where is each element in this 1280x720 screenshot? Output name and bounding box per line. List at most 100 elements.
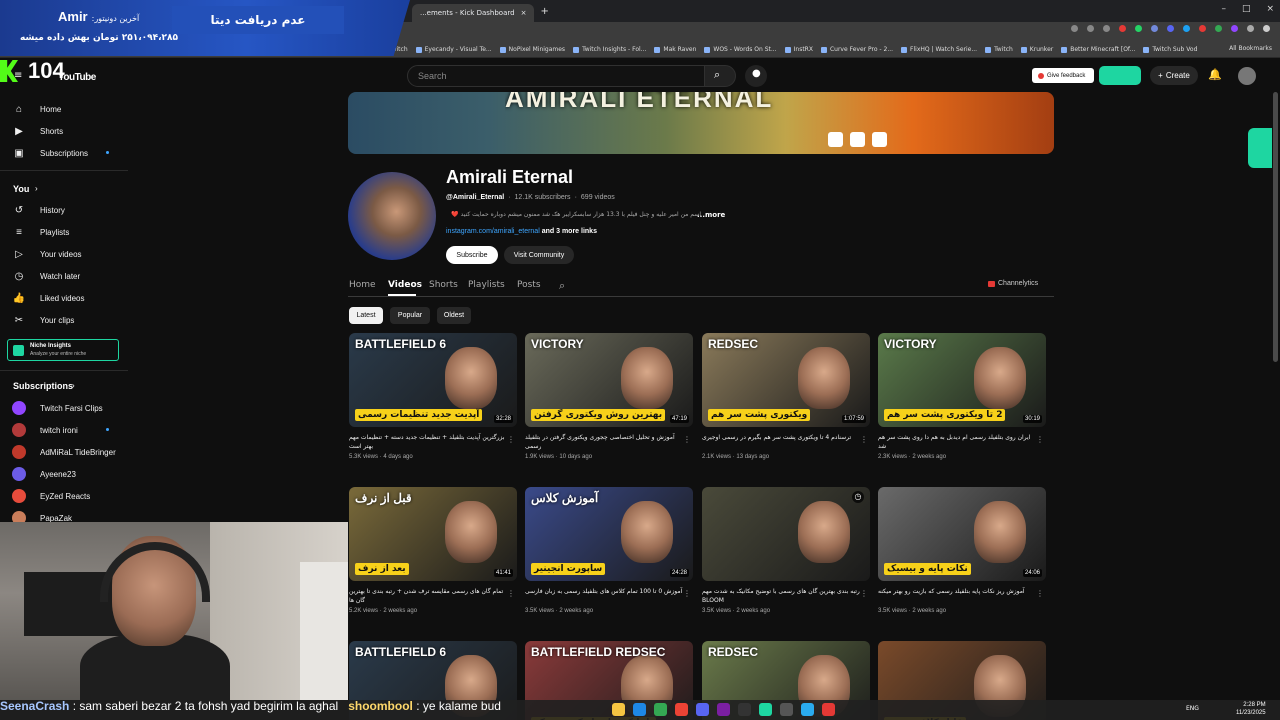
telegram-icon[interactable] (801, 703, 814, 716)
extension-icon[interactable] (1199, 25, 1206, 32)
minimize-icon[interactable]: – (1221, 4, 1226, 14)
more-options-icon[interactable]: ⋮ (1036, 589, 1044, 598)
discord-icon[interactable] (696, 703, 709, 716)
video-card[interactable]: VICTORY بهترین روش ویکتوری گرفتن 47:19 آموز… (525, 333, 693, 460)
video-card[interactable]: قبل از نرف بعد از نرف 41:41 تمام گان های رس… (349, 487, 517, 614)
language-indicator[interactable]: ENG (1186, 705, 1199, 712)
extension-icon[interactable] (1167, 25, 1174, 32)
star-icon[interactable] (1103, 25, 1110, 32)
sidebar-item-history[interactable]: ↺ History (0, 199, 128, 221)
description-more-link[interactable]: ...more (697, 211, 725, 219)
instagram-link-icon[interactable] (872, 132, 887, 147)
bookmark-item[interactable]: InstRX (784, 46, 813, 53)
edge-icon[interactable] (633, 703, 646, 716)
maximize-icon[interactable]: □ (1242, 4, 1251, 14)
video-title[interactable]: بزرگترین آپدیت بتلفیلد + تنظیمات جدید دس… (349, 433, 509, 451)
twitch-link-icon[interactable] (850, 132, 865, 147)
extension-icon[interactable] (1183, 25, 1190, 32)
more-options-icon[interactable]: ⋮ (507, 435, 515, 444)
more-options-icon[interactable]: ⋮ (860, 589, 868, 598)
more-options-icon[interactable]: ⋮ (683, 589, 691, 598)
bookmark-item[interactable]: Krunker (1020, 46, 1053, 53)
notifications-bell-icon[interactable]: 🔔 (1208, 68, 1222, 82)
subscription-item[interactable]: EyZed Reacts (0, 485, 128, 507)
video-thumbnail[interactable]: VICTORY 2 تا ویکتوری پشت سر هم 30:19 (878, 333, 1046, 427)
chrome-icon[interactable] (654, 703, 667, 716)
bookmark-item[interactable]: WOS - Words On St... (704, 46, 777, 53)
search-button[interactable]: ⌕ (704, 65, 736, 87)
watch-later-icon[interactable]: ◷ (852, 491, 864, 503)
chip-oldest[interactable]: Oldest (437, 307, 471, 324)
tab-home[interactable]: Home (349, 280, 376, 290)
subscription-item[interactable]: Ayeene23 (0, 463, 128, 485)
video-thumbnail[interactable]: ◷ (702, 487, 870, 581)
app-icon[interactable] (738, 703, 751, 716)
video-thumbnail[interactable]: BATTLEFIELD 6 آپدیت جدید تنظیمات رسمی 32:2… (349, 333, 517, 427)
video-title[interactable]: ترسنادم 4 تا ویکتوری پشت سر هم بگیرم در … (702, 433, 862, 451)
extension-icon[interactable] (1215, 25, 1222, 32)
bookmark-item[interactable]: Eyecandy - Visual Te... (415, 46, 492, 53)
new-tab-icon[interactable]: + (540, 6, 548, 17)
app-icon[interactable] (717, 703, 730, 716)
more-options-icon[interactable]: ⋮ (507, 589, 515, 598)
system-clock[interactable]: 2:28 PM 11/23/2025 (1236, 701, 1266, 717)
chip-latest[interactable]: Latest (349, 307, 383, 324)
extension-menu-button[interactable] (1099, 66, 1141, 85)
extension-icon[interactable] (1231, 25, 1238, 32)
bookmark-item[interactable]: Better Minecraft [Of... (1061, 46, 1135, 53)
bookmark-item[interactable]: NoPixel Minigames (499, 46, 565, 53)
sidebar-item-shorts[interactable]: ▶ Shorts (0, 120, 128, 142)
extension-icon[interactable] (1151, 25, 1158, 32)
video-thumbnail[interactable]: REDSEC ویکتوری پشت سر هم 1:07:59 (702, 333, 870, 427)
app-icon[interactable] (780, 703, 793, 716)
tab-shorts[interactable]: Shorts (429, 280, 458, 290)
youtube-link-icon[interactable] (828, 132, 843, 147)
bookmark-item[interactable]: Twitch (985, 46, 1013, 53)
bookmark-item[interactable]: Twitch Insights - Fol... (573, 46, 646, 53)
folder-icon[interactable] (612, 703, 625, 716)
more-links[interactable]: and 3 more links (542, 228, 597, 235)
bookmark-item[interactable]: Twitch Sub Vod (1143, 46, 1197, 53)
video-card[interactable]: آموزش کلاس ساپورت انجینیر 24:28 آموزش 0 تا … (525, 487, 693, 614)
video-title[interactable]: آموزش ریز نکات پایه بتلفیلد رسمی که بازی… (878, 587, 1038, 605)
niche-insights-button[interactable]: Niche Insights Analyze your entire niche (7, 339, 119, 361)
chip-popular[interactable]: Popular (390, 307, 430, 324)
channel-description[interactable]: اسم من امیر علیه و چنل فیلم با 13.3 هزار… (446, 211, 701, 218)
menu-icon[interactable] (1263, 25, 1270, 32)
video-card[interactable]: REDSEC ویکتوری پشت سر هم 1:07:59 ترسنادم 4 … (702, 333, 870, 460)
cast-icon[interactable] (1087, 25, 1094, 32)
more-options-icon[interactable]: ⋮ (683, 435, 691, 444)
tab-videos[interactable]: Videos (388, 280, 422, 290)
more-options-icon[interactable]: ⋮ (1036, 435, 1044, 444)
video-title[interactable]: ایران روی بتلفیلد رسمی ام دیدبل به هم دا… (878, 433, 1038, 451)
subscription-item[interactable]: AdMiRaL TideBringer (0, 441, 128, 463)
zoom-icon[interactable] (1071, 25, 1078, 32)
sidebar-you-heading[interactable]: You (13, 184, 29, 194)
app-icon[interactable] (759, 703, 772, 716)
video-thumbnail[interactable]: نکات پایه و بیسیک 24:06 (878, 487, 1046, 581)
search-input[interactable]: Search (407, 65, 705, 87)
voice-search-button[interactable]: ● (745, 65, 767, 87)
channelytics-button[interactable]: Channelytics (988, 280, 1038, 287)
video-card[interactable]: BATTLEFIELD 6 آپدیت جدید تنظیمات رسمی 32:2… (349, 333, 517, 460)
create-button[interactable]: + Create (1150, 66, 1198, 85)
sidebar-item-liked-videos[interactable]: 👍 Liked videos (0, 287, 128, 309)
video-card[interactable]: ◷ رتبه بندی بهترین گان های رسمی با توضیح … (702, 487, 870, 614)
subscription-item[interactable]: Twitch Farsi Clips (0, 397, 128, 419)
video-title[interactable]: رتبه بندی بهترین گان های رسمی با توضیح م… (702, 587, 862, 605)
video-title[interactable]: تمام گان های رسمی مقایسه ترف شدن + رتبه … (349, 587, 509, 605)
browser-tab-active[interactable]: ...ements - Kick Dashboard × (412, 4, 535, 22)
channel-search-icon[interactable]: ⌕ (559, 279, 565, 293)
video-card[interactable]: VICTORY 2 تا ویکتوری پشت سر هم 30:19 ایران … (878, 333, 1046, 460)
bookmark-item[interactable]: Curve Fever Pro - 2... (820, 46, 893, 53)
sidebar-item-subscriptions[interactable]: ▣ Subscriptions (0, 142, 128, 164)
bookmark-item[interactable]: FlixHQ | Watch Serie... (901, 46, 977, 53)
subscription-item[interactable]: twitch ironi (0, 419, 128, 441)
extension-icon[interactable] (1119, 25, 1126, 32)
extension-side-tab[interactable] (1248, 128, 1272, 168)
app-icon[interactable] (822, 703, 835, 716)
video-thumbnail[interactable]: قبل از نرف بعد از نرف 41:41 (349, 487, 517, 581)
visit-community-button[interactable]: Visit Community (504, 246, 574, 264)
sidebar-item-home[interactable]: ⌂ Home (0, 98, 128, 120)
instagram-link[interactable]: instagram.com/amirali_eternal (446, 228, 540, 235)
